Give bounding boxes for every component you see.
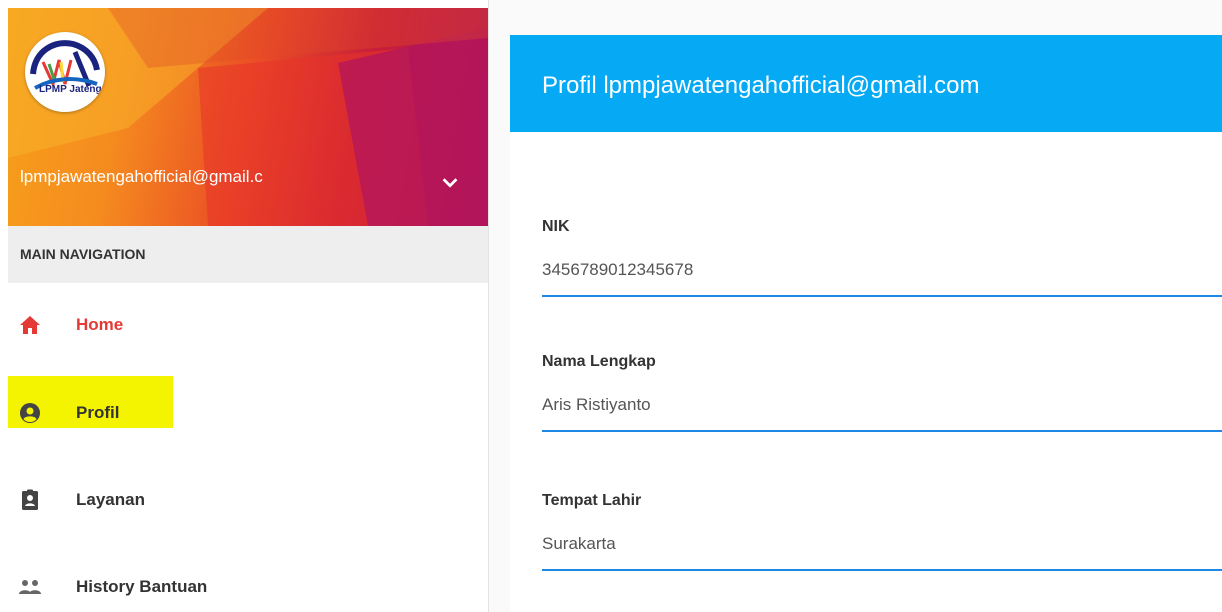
app-logo[interactable]: LPMP Jateng: [25, 32, 105, 112]
field-underline: [542, 430, 1222, 432]
tempat-lahir-label: Tempat Lahir: [542, 492, 642, 509]
home-icon: [20, 316, 40, 334]
profile-card: Profil lpmpjawatengahofficial@gmail.com …: [510, 35, 1222, 612]
user-email: lpmpjawatengahofficial@gmail.c: [20, 167, 263, 186]
nav-header-label: MAIN NAVIGATION: [20, 246, 146, 262]
sidebar-item-layanan[interactable]: Layanan: [8, 470, 488, 530]
sidebar-item-label: Home: [76, 315, 124, 334]
tempat-lahir-value[interactable]: Surakarta: [542, 534, 616, 554]
sidebar-item-label: Profil: [76, 403, 120, 422]
sidebar-item-label: Layanan: [76, 490, 145, 509]
user-panel: LPMP Jateng lpmpjawatengahofficial@gmail…: [8, 8, 488, 226]
chevron-down-icon[interactable]: [439, 171, 461, 193]
sidebar: LPMP Jateng lpmpjawatengahofficial@gmail…: [0, 0, 489, 612]
sidebar-item-history-bantuan[interactable]: History Bantuan: [8, 557, 488, 612]
sidebar-item-profil[interactable]: Profil: [8, 376, 488, 443]
sidebar-item-home[interactable]: Home: [8, 295, 488, 355]
field-underline: [542, 569, 1222, 571]
field-underline: [542, 295, 1222, 297]
nama-lengkap-value[interactable]: Aris Ristiyanto: [542, 395, 651, 415]
nama-lengkap-label: Nama Lengkap: [542, 353, 656, 370]
svg-text:LPMP Jateng: LPMP Jateng: [39, 84, 102, 95]
nik-label: NIK: [542, 218, 570, 235]
profile-header: Profil lpmpjawatengahofficial@gmail.com: [510, 35, 1222, 132]
people-icon: [19, 580, 41, 594]
nik-value[interactable]: 3456789012345678: [542, 260, 693, 280]
sidebar-item-label: History Bantuan: [76, 577, 208, 596]
main-navigation-header: MAIN NAVIGATION: [8, 226, 488, 283]
page-title: Profil lpmpjawatengahofficial@gmail.com: [542, 72, 980, 99]
account-circle-icon: [20, 403, 40, 423]
clipboard-account-icon: [22, 489, 38, 510]
